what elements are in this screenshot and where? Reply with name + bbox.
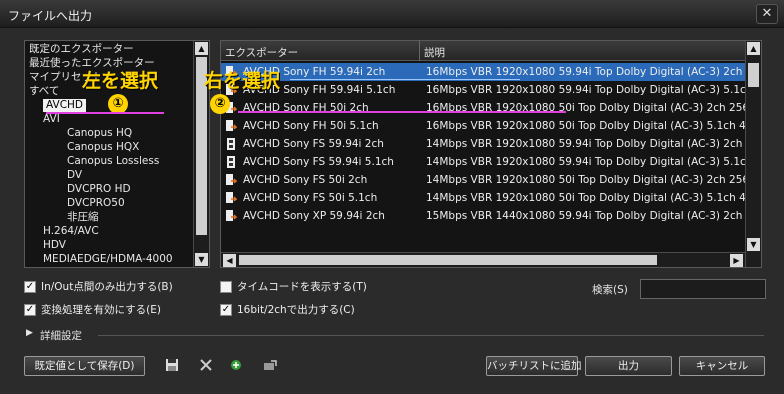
tree-item[interactable]: H.264/AVC bbox=[43, 225, 99, 238]
output-button[interactable]: 出力 bbox=[585, 356, 672, 376]
checkbox-box[interactable]: ✓ bbox=[220, 304, 232, 316]
annotation-underline-right bbox=[238, 111, 566, 113]
checkbox-label: タイムコードを表示する(T) bbox=[237, 281, 367, 293]
details-label: 詳細設定 bbox=[40, 330, 82, 342]
tree-item[interactable]: Canopus HQ bbox=[67, 127, 132, 140]
list-header: エクスポーター 説明 bbox=[221, 41, 745, 61]
row-description: 16Mbps VBR 1920x1080 50i Top Dolby Digit… bbox=[426, 120, 745, 132]
row-exporter-name: AVCHD Sony FS 50i 2ch bbox=[243, 174, 368, 186]
row-exporter-name: AVCHD Sony FH 50i 5.1ch bbox=[243, 120, 379, 132]
add-batch-button[interactable]: バッチリストに追加 bbox=[486, 356, 582, 376]
scroll-down-icon[interactable]: ▼ bbox=[747, 238, 760, 251]
file-audio-icon bbox=[226, 192, 237, 203]
list-row[interactable]: AVCHD Sony FS 50i 5.1ch 14Mbps VBR 1920x1… bbox=[221, 189, 745, 207]
tree-item[interactable]: すべて bbox=[29, 85, 59, 98]
column-divider[interactable] bbox=[419, 41, 420, 61]
annotation-guide-line bbox=[290, 79, 520, 80]
list-row[interactable]: AVCHD Sony FH 50i 2ch 16Mbps VBR 1920x108… bbox=[221, 99, 745, 117]
title-bar: ファイルへ出力 ✕ bbox=[0, 0, 784, 28]
row-exporter-name: AVCHD Sony FS 59.94i 5.1ch bbox=[243, 156, 394, 168]
film-strip-icon bbox=[227, 138, 235, 150]
window-title: ファイルへ出力 bbox=[8, 9, 93, 23]
annotation-right-text: 右を選択 bbox=[204, 70, 281, 92]
checkbox-label: 16bit/2chで出力する(C) bbox=[237, 304, 355, 316]
scroll-up-icon[interactable]: ▲ bbox=[747, 42, 760, 55]
checkbox-label: In/Out点間のみ出力する(B) bbox=[41, 281, 173, 293]
scroll-down-icon[interactable]: ▼ bbox=[195, 253, 208, 266]
scroll-right-icon[interactable]: ▶ bbox=[730, 254, 743, 267]
list-row[interactable]: AVCHD Sony FS 50i 2ch 14Mbps VBR 1920x108… bbox=[221, 171, 745, 189]
divider bbox=[98, 335, 764, 336]
list-row[interactable]: AVCHD Sony FH 50i 5.1ch 16Mbps VBR 1920x1… bbox=[221, 117, 745, 135]
tree-item[interactable]: AVI bbox=[43, 113, 60, 126]
tree-item[interactable]: DV bbox=[67, 169, 82, 182]
row-exporter-name: AVCHD Sony XP 59.94i 2ch bbox=[243, 210, 385, 222]
tree-item[interactable]: DVCPRO50 bbox=[67, 197, 125, 210]
tree-item[interactable]: HDV bbox=[43, 239, 66, 252]
row-description: 14Mbps VBR 1920x1080 59.94i Top Dolby Di… bbox=[426, 138, 745, 150]
row-description: 14Mbps VBR 1920x1080 50i Top Dolby Digit… bbox=[426, 174, 745, 186]
tree-item[interactable]: DVCPRO HD bbox=[67, 183, 131, 196]
expand-arrow-icon: ▶ bbox=[26, 328, 33, 338]
tree-item[interactable]: MEDIAEDGE/HDMA-4000 bbox=[43, 253, 173, 266]
row-exporter-name: AVCHD Sony FH 50i 2ch bbox=[243, 102, 369, 114]
list-row[interactable]: AVCHD Sony FH 59.94i 5.1ch 16Mbps VBR 192… bbox=[221, 81, 745, 99]
import-preset-icon[interactable] bbox=[228, 357, 244, 373]
tree-item[interactable]: 既定のエクスポーター bbox=[29, 43, 134, 56]
list-row[interactable]: AVCHD Sony XP 59.94i 2ch 15Mbps VBR 1440x… bbox=[221, 207, 745, 225]
close-button[interactable]: ✕ bbox=[756, 4, 778, 24]
scroll-thumb[interactable] bbox=[748, 63, 759, 87]
tree-item[interactable]: 非圧縮 bbox=[67, 211, 99, 224]
tree-item[interactable]: Canopus HQX bbox=[67, 141, 139, 154]
delete-icon[interactable] bbox=[198, 357, 214, 373]
list-row[interactable]: AVCHD Sony FS 59.94i 2ch 14Mbps VBR 1920x… bbox=[221, 135, 745, 153]
list-row[interactable]: AVCHD Sony FS 59.94i 5.1ch 14Mbps VBR 192… bbox=[221, 153, 745, 171]
row-description: 14Mbps VBR 1920x1080 59.94i Top Dolby Di… bbox=[426, 156, 745, 168]
checkbox-box[interactable] bbox=[220, 281, 232, 293]
row-description: 16Mbps VBR 1920x1080 59.94i Top Dolby Di… bbox=[426, 84, 745, 96]
checkbox-label: 変換処理を有効にする(E) bbox=[41, 304, 161, 316]
row-exporter-name: AVCHD Sony FS 50i 5.1ch bbox=[243, 192, 378, 204]
film-strip-icon bbox=[227, 156, 235, 168]
cancel-button[interactable]: キャンセル bbox=[679, 356, 765, 376]
hscroll-thumb[interactable] bbox=[239, 255, 657, 265]
annotation-number-1: ① bbox=[108, 94, 128, 114]
scroll-left-icon[interactable]: ◀ bbox=[223, 254, 236, 267]
export-preset-icon[interactable] bbox=[262, 357, 278, 373]
tree-item[interactable]: Canopus Lossless bbox=[67, 155, 159, 168]
row-description: 16Mbps VBR 1920x1080 50i Top Dolby Digit… bbox=[426, 102, 745, 114]
annotation-number-2: ② bbox=[210, 94, 230, 114]
save-default-button[interactable]: 既定値として保存(D) bbox=[24, 356, 145, 376]
checkbox-box[interactable]: ✓ bbox=[24, 281, 36, 293]
checkbox-box[interactable]: ✓ bbox=[24, 304, 36, 316]
search-label: 検索(S) bbox=[592, 284, 628, 296]
file-audio-icon bbox=[226, 120, 237, 131]
exporter-list[interactable]: エクスポーター 説明 AVCHD Sony FH 59.94i 2ch 16Mbp… bbox=[220, 40, 762, 268]
file-audio-icon bbox=[226, 174, 237, 185]
save-icon[interactable] bbox=[164, 357, 180, 373]
row-exporter-name: AVCHD Sony FS 59.94i 2ch bbox=[243, 138, 384, 150]
column-header-description[interactable]: 説明 bbox=[424, 45, 445, 60]
column-header-exporter[interactable]: エクスポーター bbox=[225, 45, 298, 60]
row-description: 15Mbps VBR 1440x1080 59.94i Top Dolby Di… bbox=[426, 210, 745, 222]
list-vertical-scrollbar[interactable]: ▲ ▼ bbox=[745, 41, 761, 267]
row-description: 14Mbps VBR 1920x1080 50i Top Dolby Digit… bbox=[426, 192, 745, 204]
annotation-underline-left bbox=[46, 112, 164, 114]
list-horizontal-scrollbar[interactable]: ◀ ▶ bbox=[221, 252, 745, 267]
scroll-up-icon[interactable]: ▲ bbox=[195, 42, 208, 55]
annotation-left-text: 左を選択 bbox=[82, 70, 159, 92]
search-input[interactable] bbox=[640, 279, 766, 299]
file-audio-icon bbox=[226, 210, 237, 221]
tree-item[interactable]: AVCHD bbox=[43, 99, 87, 112]
